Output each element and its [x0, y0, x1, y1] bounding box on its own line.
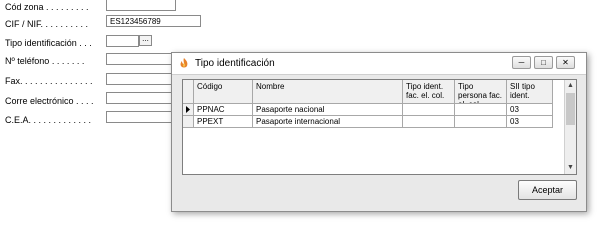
cod-zona-label: Cód zona . . . . . . . . . — [5, 2, 89, 12]
correo-label: Corre electrónico . . . . — [5, 96, 94, 106]
table-row-cell-tipo-persona[interactable] — [455, 116, 507, 128]
identification-types-grid: Código Nombre Tipo ident. fac. el. col. … — [182, 79, 577, 175]
column-header-nombre[interactable]: Nombre — [253, 80, 403, 104]
cod-zona-field[interactable] — [106, 0, 176, 11]
cif-nif-label: CIF / NIF. . . . . . . . . . — [5, 19, 89, 29]
scroll-thumb[interactable] — [566, 93, 575, 125]
scroll-down-icon[interactable]: ▼ — [565, 162, 576, 174]
lookup-button[interactable]: ... — [139, 35, 152, 46]
table-row-cell-sii[interactable]: 03 — [507, 116, 553, 128]
table-row-cell-nombre[interactable]: Pasaporte nacional — [253, 104, 403, 116]
column-header-tipo-ident[interactable]: Tipo ident. fac. el. col. — [403, 80, 455, 104]
accept-button[interactable]: Aceptar — [518, 180, 577, 200]
row-indicator[interactable] — [183, 104, 194, 116]
column-header-sii[interactable]: SII tipo ident. — [507, 80, 553, 104]
current-row-arrow-icon — [186, 106, 190, 113]
dialog-title: Tipo identificación — [195, 58, 275, 69]
row-indicator[interactable] — [183, 116, 194, 128]
maximize-button[interactable]: □ — [534, 56, 553, 69]
cif-nif-field[interactable]: ES123456789 — [106, 15, 201, 27]
cea-label: C.E.A. . . . . . . . . . . . . — [5, 115, 92, 125]
table-row-cell-tipo-ident[interactable] — [403, 116, 455, 128]
close-button[interactable]: ✕ — [556, 56, 575, 69]
tipo-identificacion-field[interactable] — [106, 35, 139, 47]
column-header-tipo-persona[interactable]: Tipo persona fac. el. col. — [455, 80, 507, 104]
table-row-cell-codigo[interactable]: PPNAC — [194, 104, 253, 116]
tipo-identificacion-dialog: Tipo identificación ─ □ ✕ Código Nombre … — [171, 52, 587, 212]
table-row-cell-nombre[interactable]: Pasaporte internacional — [253, 116, 403, 128]
telefono-label: Nº teléfono . . . . . . . — [5, 56, 85, 66]
dialog-titlebar[interactable]: Tipo identificación ─ □ ✕ — [172, 53, 586, 75]
table-row-cell-codigo[interactable]: PPEXT — [194, 116, 253, 128]
vertical-scrollbar[interactable]: ▲ ▼ — [564, 80, 576, 174]
fax-label: Fax. . . . . . . . . . . . . . . — [5, 76, 93, 86]
column-header-codigo[interactable]: Código — [194, 80, 253, 104]
table-row-cell-sii[interactable]: 03 — [507, 104, 553, 116]
close-icon: ✕ — [562, 58, 569, 67]
scroll-up-icon[interactable]: ▲ — [565, 80, 576, 92]
flame-app-icon — [180, 58, 188, 68]
table-row-cell-tipo-persona[interactable] — [455, 104, 507, 116]
table-row-cell-tipo-ident[interactable] — [403, 104, 455, 116]
maximize-icon: □ — [541, 58, 546, 67]
tipo-identificacion-label: Tipo identificación . . . — [5, 38, 92, 48]
minimize-button[interactable]: ─ — [512, 56, 531, 69]
row-indicator-header — [183, 80, 194, 104]
minimize-icon: ─ — [518, 58, 525, 67]
